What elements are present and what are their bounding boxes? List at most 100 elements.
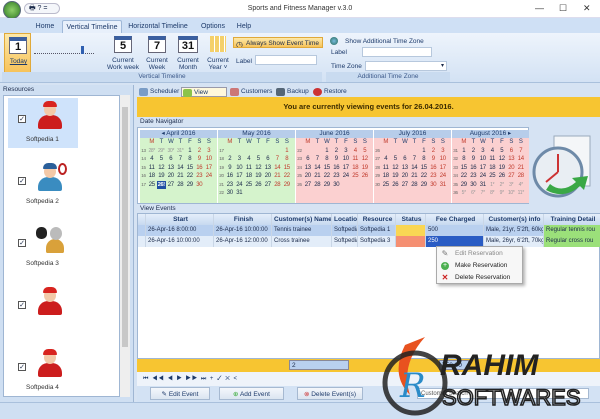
- other-month-day[interactable]: 3*: [507, 181, 517, 190]
- day-cell[interactable]: 26: [254, 181, 264, 190]
- day-cell[interactable]: 26: [497, 172, 507, 181]
- day-cell[interactable]: 19: [157, 172, 167, 181]
- day-cell[interactable]: 15: [185, 164, 195, 173]
- selected-day[interactable]: 26!: [156, 180, 166, 189]
- day-cell[interactable]: 15: [459, 164, 469, 173]
- day-cell[interactable]: 27: [400, 181, 410, 190]
- day-cell[interactable]: 9: [429, 155, 439, 164]
- day-cell[interactable]: 16: [469, 164, 479, 173]
- day-cell[interactable]: 7: [410, 155, 420, 164]
- day-cell[interactable]: 27: [303, 181, 313, 190]
- resource-checkbox[interactable]: ✓: [18, 115, 26, 123]
- day-cell[interactable]: 24: [341, 172, 351, 181]
- day-cell[interactable]: 17: [341, 164, 351, 173]
- day-cell[interactable]: 3: [235, 155, 245, 164]
- day-cell[interactable]: 5: [497, 147, 507, 156]
- day-cell[interactable]: 17: [478, 164, 488, 173]
- day-cell[interactable]: 4: [244, 155, 254, 164]
- day-cell[interactable]: 29: [419, 181, 429, 190]
- day-cell[interactable]: 25: [488, 172, 498, 181]
- day-cell[interactable]: 25: [381, 181, 391, 190]
- day-cell[interactable]: 5: [360, 147, 370, 156]
- day-cell[interactable]: 15: [419, 164, 429, 173]
- menu-make-reservation[interactable]: + Make Reservation: [437, 260, 524, 272]
- tab-customers[interactable]: Customers: [229, 87, 273, 97]
- day-cell[interactable]: 21: [313, 172, 323, 181]
- day-cell[interactable]: 6: [166, 155, 176, 164]
- day-cell[interactable]: 22: [322, 172, 332, 181]
- day-cell[interactable]: 22: [459, 172, 469, 181]
- day-cell[interactable]: 18: [488, 164, 498, 173]
- day-cell[interactable]: 15: [282, 164, 292, 173]
- day-cell[interactable]: 2: [469, 147, 479, 156]
- resource-item[interactable]: ✓ Softpedia 3: [8, 222, 78, 272]
- day-cell[interactable]: 6: [400, 155, 410, 164]
- day-cell[interactable]: 14: [410, 164, 420, 173]
- menu-delete-reservation[interactable]: ✕ Delete Reservation: [437, 272, 524, 284]
- other-month-day[interactable]: 31*: [176, 147, 186, 156]
- day-cell[interactable]: 25: [351, 172, 361, 181]
- day-cell[interactable]: 13: [263, 164, 273, 173]
- resource-checkbox[interactable]: ✓: [18, 177, 26, 185]
- day-cell[interactable]: 28: [273, 181, 283, 190]
- day-cell[interactable]: 18: [244, 172, 254, 181]
- add-event-button[interactable]: ⊕ Add Event: [219, 387, 284, 400]
- day-cell[interactable]: 10: [235, 164, 245, 173]
- other-month-day[interactable]: 4*: [516, 181, 526, 190]
- day-cell[interactable]: 19: [254, 172, 264, 181]
- day-cell[interactable]: 12: [157, 164, 167, 173]
- day-cell[interactable]: 20: [166, 172, 176, 181]
- other-month-day[interactable]: 5*: [459, 189, 469, 198]
- day-cell[interactable]: 11: [147, 164, 157, 173]
- table-row[interactable]: 26-Apr-16 10:00:00 26-Apr-16 12:00:00 Cros…: [138, 236, 600, 247]
- day-cell[interactable]: 9: [195, 155, 205, 164]
- day-cell[interactable]: 29: [282, 181, 292, 190]
- month-header[interactable]: August 2016 ▸: [452, 130, 529, 138]
- day-cell[interactable]: 25: [244, 181, 254, 190]
- table-row[interactable]: 26-Apr-16 8:00:00 26-Apr-16 10:00:00 Tenni…: [138, 225, 600, 236]
- tab-view-events[interactable]: View Events: [181, 87, 227, 106]
- day-cell[interactable]: 14: [176, 164, 186, 173]
- day-cell[interactable]: 21: [176, 172, 186, 181]
- day-cell[interactable]: 6: [507, 147, 517, 156]
- day-cell[interactable]: 2: [332, 147, 342, 156]
- other-month-day[interactable]: 6*: [469, 189, 479, 198]
- maximize-button[interactable]: ☐: [559, 3, 567, 14]
- day-cell[interactable]: 23: [195, 172, 205, 181]
- day-cell[interactable]: 6: [263, 155, 273, 164]
- day-cell[interactable]: 14: [313, 164, 323, 173]
- day-cell[interactable]: 5: [254, 155, 264, 164]
- tab-home[interactable]: Home: [30, 20, 60, 33]
- day-cell[interactable]: 11: [381, 164, 391, 173]
- column-header[interactable]: Status: [396, 214, 426, 225]
- day-cell[interactable]: 13: [303, 164, 313, 173]
- day-cell[interactable]: 23: [469, 172, 479, 181]
- day-cell[interactable]: 12: [254, 164, 264, 173]
- other-month-day[interactable]: 7*: [478, 189, 488, 198]
- day-cell[interactable]: 16: [429, 164, 439, 173]
- day-cell[interactable]: 29: [322, 181, 332, 190]
- day-cell[interactable]: 24: [438, 172, 448, 181]
- current-month-button[interactable]: 31 Current Month: [174, 33, 202, 73]
- resource-checkbox[interactable]: ✓: [18, 301, 26, 309]
- day-cell[interactable]: 10: [341, 155, 351, 164]
- day-cell[interactable]: 1: [459, 147, 469, 156]
- day-cell[interactable]: 19: [360, 164, 370, 173]
- tab-vertical-timeline[interactable]: Vertical Timeline: [62, 20, 122, 33]
- day-cell[interactable]: 8: [459, 155, 469, 164]
- row-indicator[interactable]: [138, 214, 146, 225]
- other-month-day[interactable]: 30*: [166, 147, 176, 156]
- day-cell[interactable]: 29: [185, 181, 195, 190]
- day-cell[interactable]: 13: [507, 155, 517, 164]
- resource-item[interactable]: ✓ Softpedia 4: [8, 346, 78, 396]
- other-month-day[interactable]: 11*: [516, 189, 526, 198]
- resource-item[interactable]: ✓ Softpedia 1: [8, 98, 78, 148]
- other-month-day[interactable]: 2*: [497, 181, 507, 190]
- other-month-day[interactable]: 1*: [488, 181, 498, 190]
- day-cell[interactable]: 21: [273, 172, 283, 181]
- day-cell[interactable]: 18: [147, 172, 157, 181]
- day-cell[interactable]: 4: [147, 155, 157, 164]
- day-cell[interactable]: 9: [225, 164, 235, 173]
- resource-checkbox[interactable]: ✓: [18, 363, 26, 371]
- day-cell[interactable]: 30: [429, 181, 439, 190]
